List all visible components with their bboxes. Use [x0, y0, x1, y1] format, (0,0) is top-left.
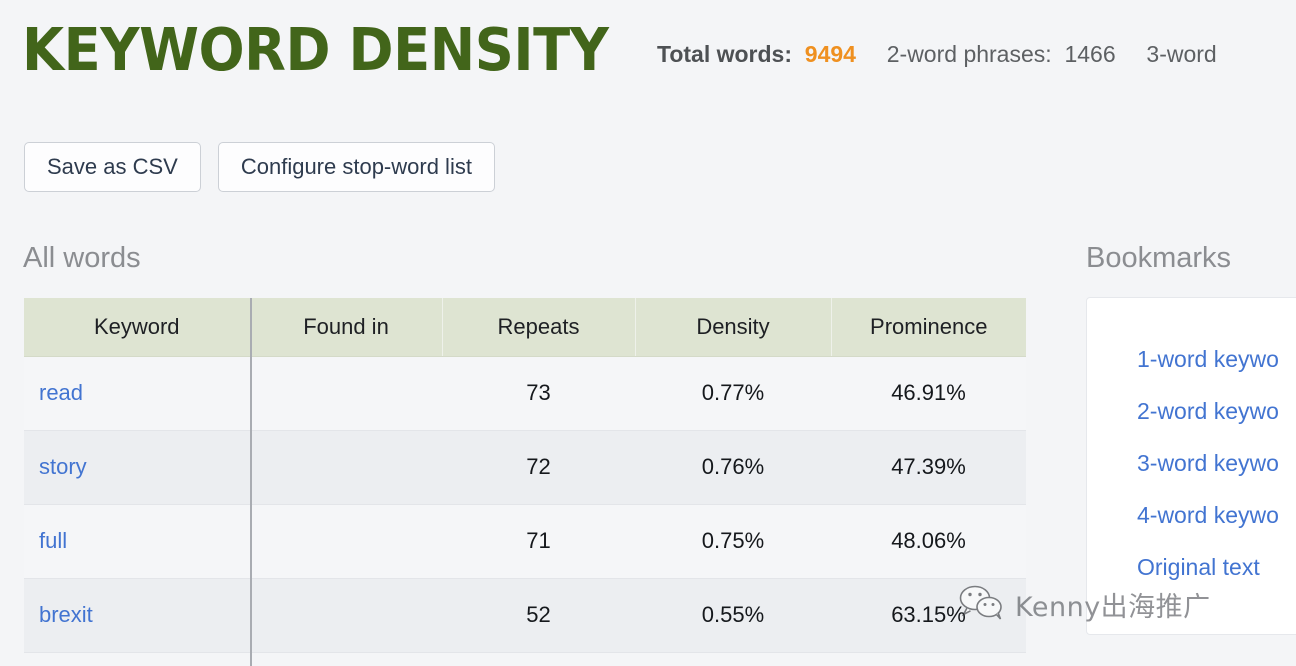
header-stats: Total words: 9494 2-word phrases: 1466 3… [657, 38, 1217, 70]
table-row: read 73 0.77% 46.91% [24, 356, 1026, 431]
keyword-cell: full [24, 504, 251, 579]
keyword-link[interactable]: brexit [39, 602, 93, 627]
density-cell: 0.77% [635, 356, 831, 431]
page-title: KEYWORD DENSITY [22, 15, 609, 84]
keyword-density-page: KEYWORD DENSITY Total words: 9494 2-word… [0, 0, 1296, 666]
column-header-repeats[interactable]: Repeats [442, 298, 636, 357]
bookmark-link-original-text[interactable]: Original text [1137, 555, 1279, 579]
table-body: read 73 0.77% 46.91% story 72 0.76% 47.3… [24, 356, 1026, 653]
all-words-section-label: All words [23, 242, 141, 274]
page-header: KEYWORD DENSITY Total words: 9494 2-word… [0, 0, 1296, 110]
column-header-found-in[interactable]: Found in [250, 298, 443, 357]
density-cell: 0.75% [635, 504, 831, 579]
found-in-cell [250, 578, 442, 653]
bookmark-link-1-word[interactable]: 1-word keywo [1137, 347, 1279, 371]
keyword-table-container: Keyword Found in Repeats Density Promine… [24, 298, 1026, 653]
bookmark-link-4-word[interactable]: 4-word keywo [1137, 503, 1279, 527]
keyword-link[interactable]: full [39, 528, 67, 553]
bookmarks-list: 1-word keywo 2-word keywo 3-word keywo 4… [1137, 347, 1279, 579]
column-header-density[interactable]: Density [635, 298, 832, 357]
table-row: full 71 0.75% 48.06% [24, 504, 1026, 579]
table-header: Keyword Found in Repeats Density Promine… [24, 298, 1026, 357]
keyword-cell: read [24, 356, 251, 431]
prominence-cell: 48.06% [831, 504, 1026, 579]
column-header-prominence[interactable]: Prominence [831, 298, 1026, 357]
keyword-link[interactable]: read [39, 380, 83, 405]
keyword-link[interactable]: story [39, 454, 87, 479]
table-header-row: Keyword Found in Repeats Density Promine… [24, 298, 1026, 357]
repeats-cell: 72 [442, 430, 635, 505]
density-cell: 0.55% [635, 578, 831, 653]
bookmark-link-2-word[interactable]: 2-word keywo [1137, 399, 1279, 423]
repeats-cell: 71 [442, 504, 635, 579]
found-in-cell [250, 430, 442, 505]
column-header-keyword[interactable]: Keyword [24, 298, 251, 357]
toolbar: Save as CSV Configure stop-word list [24, 142, 495, 192]
keyword-cell: story [24, 430, 251, 505]
found-in-cell [250, 356, 442, 431]
prominence-cell: 47.39% [831, 430, 1026, 505]
found-in-cell [250, 504, 442, 579]
total-words-label: Total words: [657, 41, 793, 67]
two-word-phrases-label: 2-word phrases: [886, 41, 1052, 67]
two-word-phrases-value: 1466 [1064, 41, 1116, 67]
configure-stop-word-list-button[interactable]: Configure stop-word list [217, 142, 495, 192]
three-word-phrases-label: 3-word [1146, 41, 1217, 67]
table-row: brexit 52 0.55% 63.15% [24, 578, 1026, 653]
keyword-density-table: Keyword Found in Repeats Density Promine… [24, 298, 1026, 653]
density-cell: 0.76% [635, 430, 831, 505]
repeats-cell: 52 [442, 578, 635, 653]
keyword-column-divider [250, 298, 252, 666]
save-as-csv-button[interactable]: Save as CSV [24, 142, 201, 192]
keyword-cell: brexit [24, 578, 251, 653]
prominence-cell: 46.91% [831, 356, 1026, 431]
bookmarks-section-label: Bookmarks [1086, 242, 1232, 274]
total-words-value: 9494 [804, 41, 856, 67]
prominence-cell: 63.15% [831, 578, 1026, 653]
table-row: story 72 0.76% 47.39% [24, 430, 1026, 505]
bookmarks-panel: 1-word keywo 2-word keywo 3-word keywo 4… [1086, 297, 1296, 635]
bookmark-link-3-word[interactable]: 3-word keywo [1137, 451, 1279, 475]
repeats-cell: 73 [442, 356, 635, 431]
